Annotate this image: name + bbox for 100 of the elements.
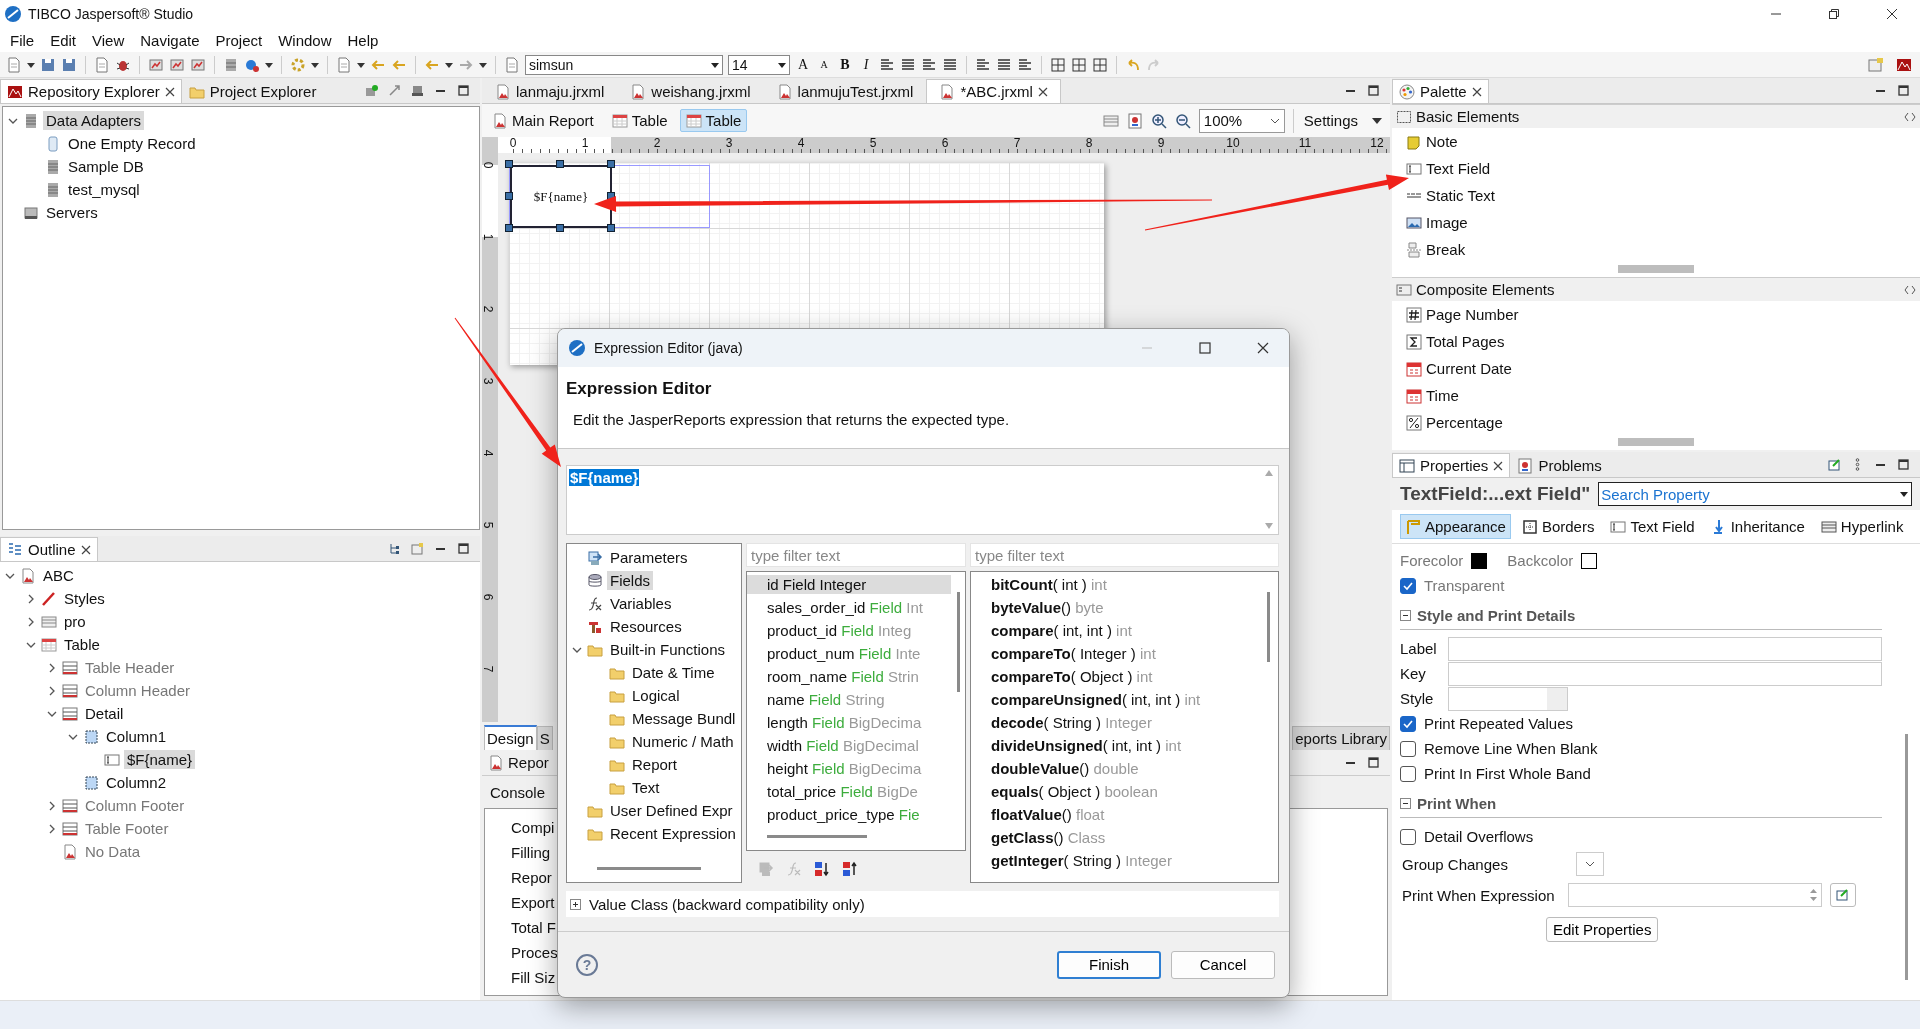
- method-item[interactable]: divideUnsigned( int, int ) int: [971, 736, 1264, 755]
- justify-icon[interactable]: [942, 56, 958, 73]
- method-item[interactable]: compare( int, int ) int: [971, 621, 1264, 640]
- edit-properties-button[interactable]: Edit Properties: [1546, 917, 1659, 942]
- panel-tab[interactable]: Palette: [1392, 79, 1489, 103]
- sort-descending-icon[interactable]: [842, 861, 858, 877]
- field-item[interactable]: name Field String: [747, 690, 951, 709]
- field-item[interactable]: product_num Field Inte: [747, 644, 951, 663]
- palette-item[interactable]: Total Pages: [1426, 333, 1505, 350]
- align-icon[interactable]: [900, 56, 916, 73]
- tree-item[interactable]: Variables: [607, 594, 675, 613]
- tree-item[interactable]: Table: [61, 635, 103, 654]
- scrollbar-thumb[interactable]: [767, 835, 867, 838]
- tree-item[interactable]: Fields: [607, 571, 653, 590]
- maximize-icon[interactable]: [457, 84, 470, 97]
- console-tab[interactable]: Console: [490, 783, 546, 801]
- resize-handle[interactable]: [505, 224, 513, 232]
- link-icon[interactable]: [388, 84, 401, 97]
- method-item[interactable]: compareTo( Integer ) int: [971, 644, 1264, 663]
- view-tab[interactable]: eports Library: [1292, 726, 1390, 750]
- font-shrink-button[interactable]: A: [816, 59, 832, 70]
- resize-handle[interactable]: [556, 160, 564, 168]
- close-icon[interactable]: [1471, 86, 1482, 97]
- scrollbar-thumb[interactable]: [1905, 734, 1908, 980]
- menu-item[interactable]: Project: [207, 31, 271, 49]
- section-tab[interactable]: Text Field: [1605, 514, 1700, 539]
- checkbox[interactable]: [1400, 740, 1416, 757]
- tree-item[interactable]: Parameters: [607, 548, 691, 567]
- method-item[interactable]: decode( String ) Integer: [971, 713, 1264, 732]
- group-title[interactable]: Composite Elements: [1416, 281, 1555, 298]
- menu-item[interactable]: View: [84, 31, 133, 49]
- text-field[interactable]: [1448, 636, 1882, 661]
- tree-item[interactable]: Sample DB: [65, 157, 147, 176]
- tree-item[interactable]: Text: [629, 778, 663, 797]
- grid-icon[interactable]: [1050, 56, 1066, 73]
- tree-item[interactable]: Resources: [607, 617, 685, 636]
- help-button[interactable]: ?: [576, 953, 598, 976]
- checkbox[interactable]: [1400, 715, 1416, 732]
- method-item[interactable]: getClass() Class: [971, 828, 1264, 847]
- text-field-element[interactable]: $F{name}: [510, 165, 612, 228]
- save-all-icon[interactable]: [61, 56, 77, 73]
- method-item[interactable]: bitCount( int ) int: [971, 575, 1264, 594]
- restore-icon[interactable]: [1828, 8, 1840, 20]
- editor-tab[interactable]: lanmaju.jrxml: [482, 79, 618, 103]
- filter-field[interactable]: type filter text: [970, 543, 1279, 567]
- color-swatch[interactable]: [1581, 552, 1598, 569]
- resize-handle[interactable]: [607, 224, 615, 232]
- field-item[interactable]: length Field BigDecima: [747, 713, 951, 732]
- chevron-icon[interactable]: [26, 593, 36, 604]
- align-icon[interactable]: [879, 56, 895, 73]
- collapse-icon[interactable]: [1400, 610, 1411, 621]
- tree-item[interactable]: ABC: [40, 566, 77, 585]
- font-size-combo[interactable]: 14: [728, 54, 790, 75]
- panel-tab[interactable]: Project Explorer: [181, 79, 324, 103]
- grid-icon[interactable]: [1071, 56, 1087, 73]
- search-field[interactable]: Search Property: [1598, 482, 1912, 506]
- breadcrumb[interactable]: Table: [605, 109, 674, 132]
- breadcrumb[interactable]: Main Report: [486, 109, 600, 132]
- close-icon[interactable]: [80, 544, 91, 555]
- menu-item[interactable]: File: [2, 31, 43, 49]
- color-swatch[interactable]: [1471, 552, 1488, 569]
- palette-item[interactable]: Page Number: [1426, 306, 1519, 323]
- section-title[interactable]: Style and Print Details: [1417, 607, 1576, 624]
- expression-field[interactable]: [1568, 883, 1822, 907]
- palette-item[interactable]: Time: [1426, 387, 1459, 404]
- field-item[interactable]: sales_order_id Field Int: [747, 598, 951, 617]
- scrollbar-thumb[interactable]: [957, 592, 960, 692]
- tree-item[interactable]: Built-in Functions: [607, 640, 729, 659]
- maximize-icon[interactable]: [1897, 84, 1910, 97]
- report-icon[interactable]: [190, 56, 206, 73]
- tree-item[interactable]: One Empty Record: [65, 134, 199, 153]
- tree-item[interactable]: Recent Expression: [607, 824, 739, 843]
- maximize-icon[interactable]: [1897, 458, 1910, 471]
- palette-item[interactable]: Image: [1426, 214, 1468, 231]
- menu-item[interactable]: Navigate: [132, 31, 208, 49]
- panel-title[interactable]: Repor: [508, 754, 549, 771]
- palette-item[interactable]: Note: [1426, 133, 1458, 150]
- edit-icon[interactable]: [1828, 458, 1841, 471]
- menu-item[interactable]: Edit: [42, 31, 85, 49]
- align-icon[interactable]: [921, 56, 937, 73]
- section-title[interactable]: Print When: [1417, 795, 1497, 812]
- field-item[interactable]: room_name Field Strin: [747, 667, 951, 686]
- database-icon[interactable]: [223, 56, 239, 73]
- scroll-handle[interactable]: [1618, 265, 1694, 273]
- method-item[interactable]: doubleValue() double: [971, 759, 1264, 778]
- close-icon[interactable]: [1037, 86, 1048, 97]
- section-tab[interactable]: Borders: [1516, 514, 1600, 539]
- checkbox[interactable]: [1400, 765, 1416, 782]
- tree-item[interactable]: Logical: [629, 686, 683, 705]
- font-combo[interactable]: simsun: [525, 54, 723, 75]
- sort-ascending-icon[interactable]: [814, 861, 830, 877]
- align-icon[interactable]: [996, 56, 1012, 73]
- field-item[interactable]: id Field Integer: [747, 575, 951, 594]
- tree-item[interactable]: pro: [61, 612, 89, 631]
- method-item[interactable]: compareUnsigned( int, int ) int: [971, 690, 1264, 709]
- tree-item[interactable]: test_mysql: [65, 180, 143, 199]
- panel-tab[interactable]: Problems: [1510, 453, 1609, 477]
- resize-handle[interactable]: [607, 160, 615, 168]
- tree-item[interactable]: Detail: [82, 704, 127, 723]
- palette-item[interactable]: Static Text: [1426, 187, 1495, 204]
